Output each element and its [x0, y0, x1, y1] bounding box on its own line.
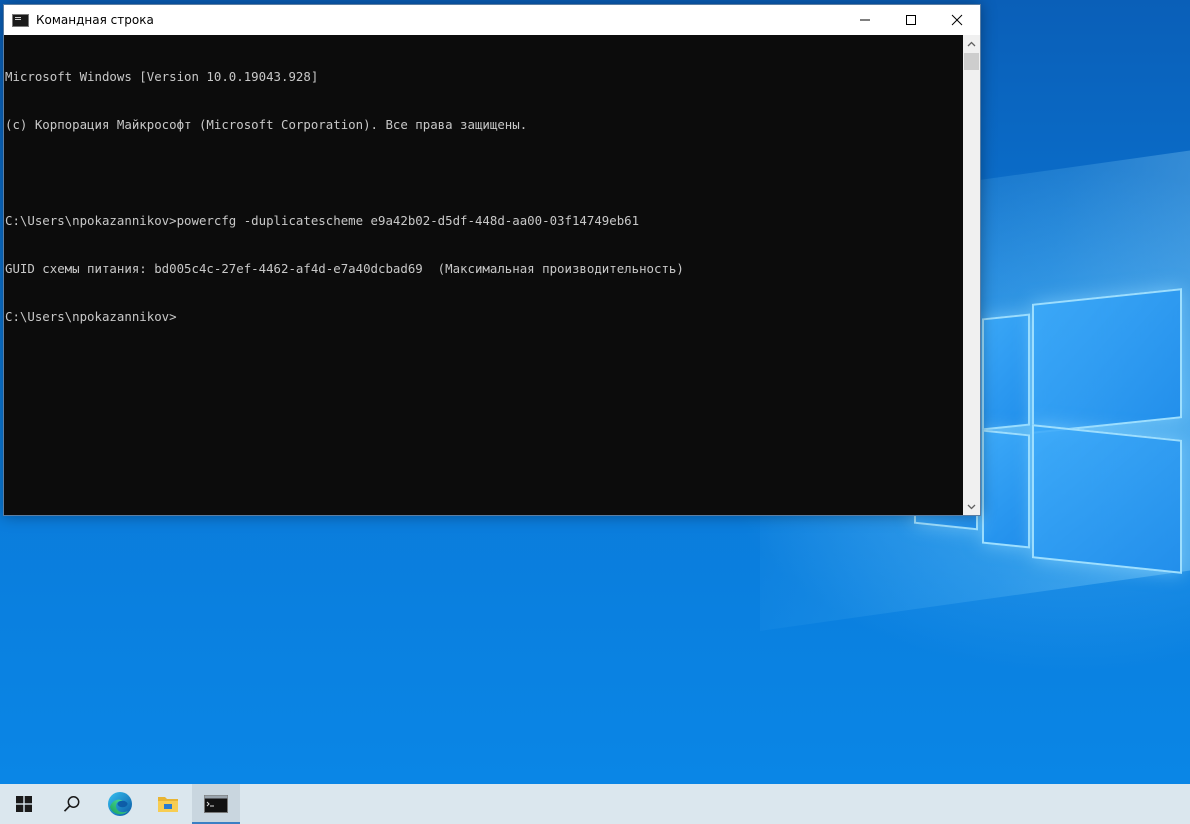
edge-taskbar-button[interactable] [96, 784, 144, 824]
title-bar[interactable]: Командная строка [4, 5, 980, 35]
search-button[interactable] [48, 784, 96, 824]
edge-browser-icon [108, 792, 132, 816]
vertical-scrollbar[interactable] [963, 35, 980, 515]
console-line: GUID схемы питания: bd005c4c-27ef-4462-a… [5, 261, 684, 276]
command-prompt-icon [12, 13, 29, 27]
console-output[interactable]: Microsoft Windows [Version 10.0.19043.92… [4, 35, 964, 515]
wallpaper-logo-pane [982, 429, 1030, 549]
window-title: Командная строка [36, 13, 154, 27]
command-prompt-taskbar-button[interactable] [192, 784, 240, 824]
minimize-button[interactable] [842, 5, 888, 35]
console-line: Microsoft Windows [Version 10.0.19043.92… [5, 69, 319, 84]
console-prompt-line[interactable]: C:\Users\npokazannikov> [5, 309, 964, 325]
maximize-button[interactable] [888, 5, 934, 35]
console-line: C:\Users\npokazannikov>powercfg -duplica… [5, 213, 640, 228]
scroll-up-button[interactable] [963, 35, 980, 52]
wallpaper-logo-pane [1032, 424, 1182, 574]
close-button[interactable] [934, 5, 980, 35]
start-button[interactable] [0, 784, 48, 824]
maximize-icon [906, 15, 916, 25]
wallpaper-logo-pane [1032, 288, 1182, 434]
windows-start-icon [16, 796, 32, 812]
search-icon [63, 796, 80, 812]
chevron-down-icon [967, 504, 976, 509]
file-explorer-icon [158, 797, 178, 812]
scroll-thumb[interactable] [964, 53, 979, 70]
command-prompt-window[interactable]: Командная строка Microsoft Windows [Vers… [3, 4, 981, 516]
console-line: (c) Корпорация Майкрософт (Microsoft Cor… [5, 117, 528, 132]
command-prompt-icon [204, 795, 228, 813]
file-explorer-taskbar-button[interactable] [144, 784, 192, 824]
minimize-icon [860, 19, 870, 21]
chevron-up-icon [967, 41, 976, 46]
taskbar [0, 784, 1190, 824]
wallpaper-logo-pane [982, 313, 1030, 431]
scroll-down-button[interactable] [963, 498, 980, 515]
close-icon [951, 14, 963, 26]
